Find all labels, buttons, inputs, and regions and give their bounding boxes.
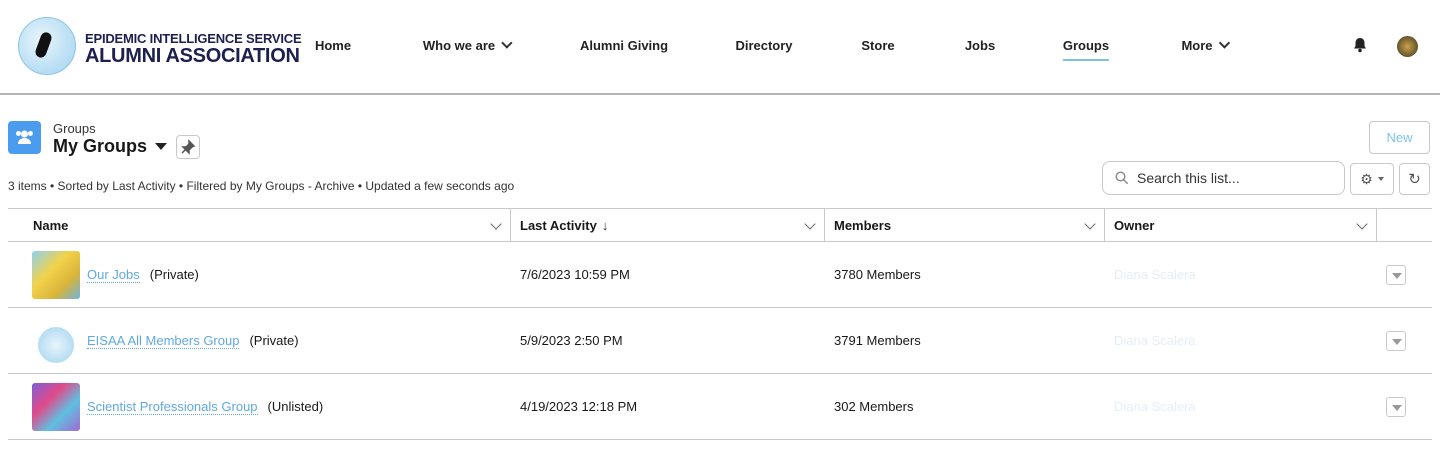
pin-button[interactable]: [176, 135, 200, 159]
members-count: 3791 Members: [834, 333, 921, 348]
pin-icon: [181, 139, 196, 155]
table-row: EISAA All Members Group (Private) 5/9/20…: [8, 308, 1432, 374]
refresh-icon: ↻: [1408, 171, 1421, 188]
search-input[interactable]: Search this list...: [1102, 161, 1345, 195]
row-actions-button[interactable]: [1386, 331, 1406, 351]
last-activity: 7/6/2023 10:59 PM: [520, 267, 630, 282]
list-view-selector[interactable]: My Groups: [53, 136, 168, 157]
list-status: 3 items • Sorted by Last Activity • Filt…: [8, 179, 515, 193]
row-actions-button[interactable]: [1386, 397, 1406, 417]
search-icon: [1115, 171, 1129, 185]
search-placeholder: Search this list...: [1137, 170, 1240, 186]
groups-object-icon: [8, 121, 41, 154]
column-header-owner[interactable]: Owner: [1105, 209, 1377, 241]
object-label: Groups: [53, 121, 96, 136]
nav-directory[interactable]: Directory: [735, 38, 792, 59]
table-row: Our Jobs (Private) 7/6/2023 10:59 PM 378…: [8, 242, 1432, 308]
members-count: 302 Members: [834, 399, 914, 414]
column-header-members[interactable]: Members: [825, 209, 1105, 241]
last-activity: 5/9/2023 2:50 PM: [520, 333, 623, 348]
nav-groups[interactable]: Groups: [1062, 38, 1110, 61]
table-row: Scientist Professionals Group (Unlisted)…: [8, 374, 1432, 440]
nav-label: More: [1181, 38, 1213, 53]
group-link[interactable]: EISAA All Members Group: [87, 333, 240, 349]
nav-store[interactable]: Store: [861, 38, 894, 59]
nav-home[interactable]: Home: [315, 38, 351, 59]
groups-table: Name Last Activity ↓ Members Owner Our Jo…: [8, 208, 1432, 440]
nav-alumni-giving[interactable]: Alumni Giving: [580, 38, 668, 59]
column-header-last-activity[interactable]: Last Activity ↓: [511, 209, 825, 241]
nav-who-we-are[interactable]: Who we are: [422, 37, 513, 59]
chevron-down-icon[interactable]: [1084, 218, 1096, 230]
group-thumbnail-jobs: [32, 250, 80, 299]
column-label: Members: [834, 217, 892, 233]
owner-link[interactable]: Diana Scalera: [1114, 308, 1196, 373]
table-header: Name Last Activity ↓ Members Owner: [8, 209, 1432, 242]
refresh-button[interactable]: ↻: [1399, 163, 1430, 195]
column-label: Last Activity: [520, 217, 597, 233]
column-header-name[interactable]: Name: [8, 209, 511, 241]
logo-line1: EPIDEMIC INTELLIGENCE SERVICE: [85, 31, 302, 46]
caret-down-icon: [155, 143, 168, 150]
caret-down-icon: [1377, 177, 1384, 181]
gear-icon: ⚙: [1360, 170, 1373, 187]
site-header: EPIDEMIC INTELLIGENCE SERVICE ALUMNI ASS…: [0, 0, 1440, 95]
group-thumbnail-scientist: [32, 382, 80, 431]
list-settings-button[interactable]: ⚙: [1350, 163, 1394, 195]
column-label: Owner: [1114, 217, 1155, 233]
row-actions-button[interactable]: [1386, 265, 1406, 285]
nav-more[interactable]: More: [1181, 37, 1231, 59]
group-thumbnail-eisaa: [32, 316, 80, 365]
group-visibility: (Private): [149, 267, 199, 282]
logo-line2: ALUMNI ASSOCIATION: [85, 45, 300, 67]
sort-arrow-icon: ↓: [601, 217, 609, 233]
logo-globe-icon[interactable]: [18, 17, 76, 75]
view-name: My Groups: [53, 136, 148, 156]
group-visibility: (Private): [249, 333, 299, 348]
group-link[interactable]: Our Jobs: [87, 267, 140, 283]
chevron-down-icon: [1218, 37, 1231, 49]
last-activity: 4/19/2023 12:18 PM: [520, 399, 638, 414]
members-count: 3780 Members: [834, 267, 921, 282]
owner-link[interactable]: Diana Scalera: [1114, 374, 1196, 439]
nav-label: Who we are: [422, 38, 496, 53]
group-link[interactable]: Scientist Professionals Group: [87, 399, 258, 415]
bell-icon[interactable]: [1352, 37, 1368, 53]
group-visibility: (Unlisted): [267, 399, 324, 414]
chevron-down-icon[interactable]: [1356, 218, 1368, 230]
user-avatar[interactable]: [1397, 36, 1418, 57]
chevron-down-icon: [501, 37, 513, 49]
column-label: Name: [33, 217, 69, 233]
chevron-down-icon[interactable]: [804, 218, 816, 230]
chevron-down-icon[interactable]: [490, 218, 502, 230]
nav-jobs[interactable]: Jobs: [965, 38, 995, 59]
owner-link[interactable]: Diana Scalera: [1114, 242, 1196, 307]
new-button[interactable]: New: [1369, 121, 1430, 154]
